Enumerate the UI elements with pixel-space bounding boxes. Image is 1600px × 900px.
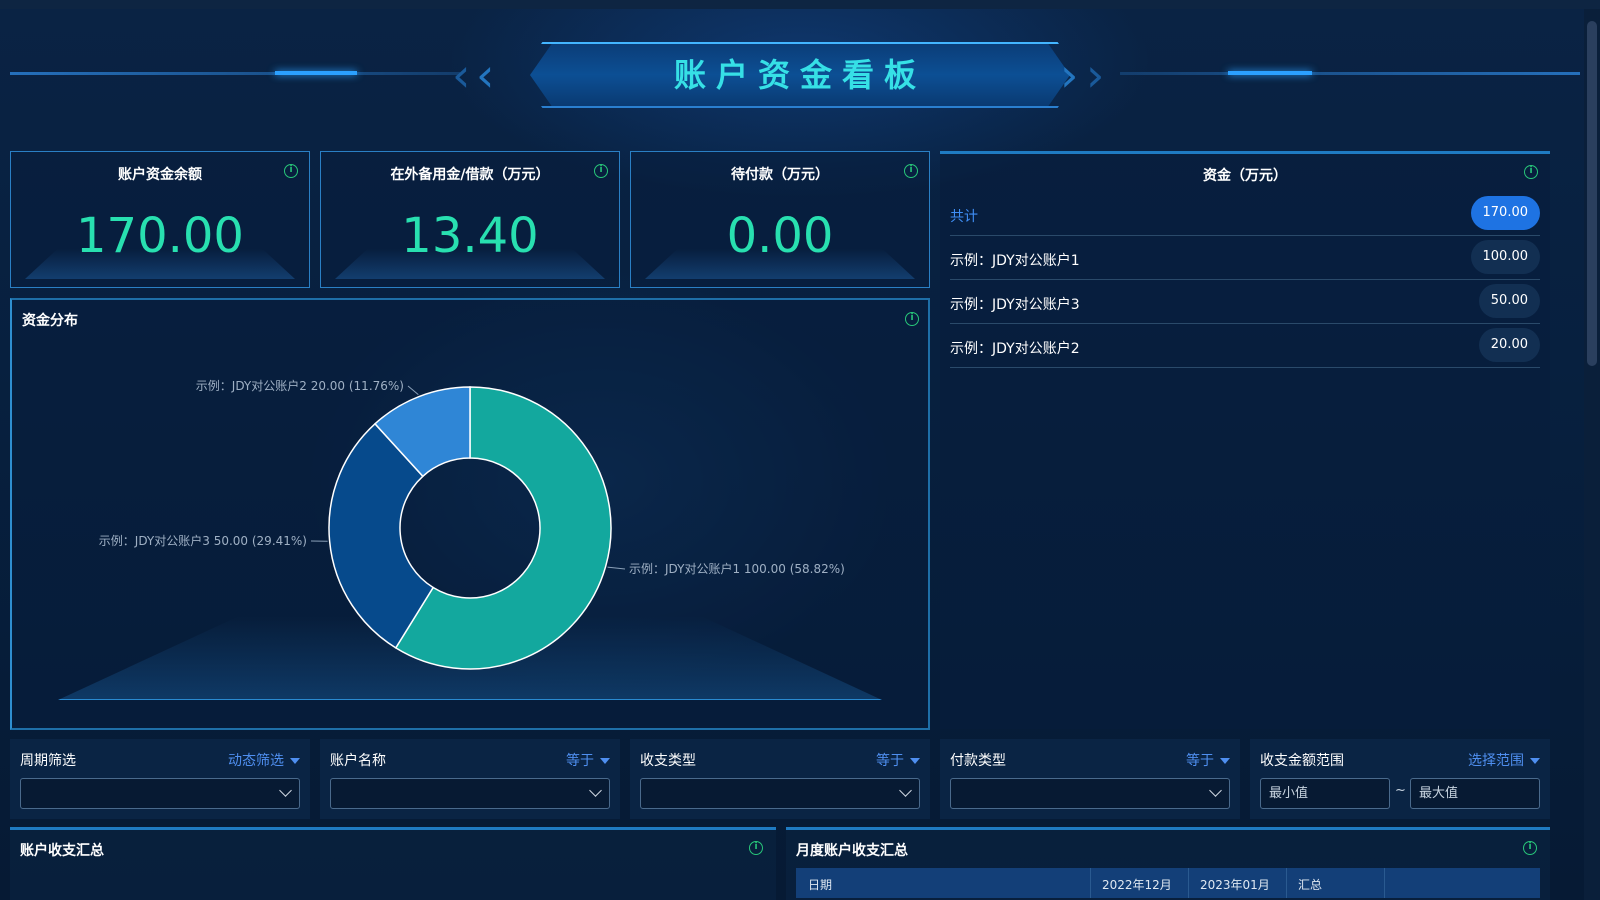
filter-income-type: 收支类型 等于 xyxy=(630,739,930,819)
caret-down-icon xyxy=(910,758,920,764)
filter-operator-label: 等于 xyxy=(876,753,904,769)
scrollbar-thumb[interactable] xyxy=(1587,21,1597,366)
donut-chart: 示例：JDY对公账户1 100.00 (58.82%) 示例：JDY对公账户3 5… xyxy=(99,378,845,670)
filter-operator-dropdown[interactable]: 选择范围 xyxy=(1468,750,1540,770)
kpi-value: 13.40 xyxy=(401,208,539,264)
filter-select[interactable] xyxy=(640,778,920,809)
table-header-cell[interactable]: 2023年01月 xyxy=(1200,876,1270,893)
kpi-title: 待付款（万元） xyxy=(731,167,829,183)
min-value-input[interactable]: 最小值 xyxy=(1260,778,1390,809)
fund-label: 共计 xyxy=(950,209,978,225)
fund-row: 示例：JDY对公账户3 50.00 xyxy=(950,280,1540,324)
monthly-summary-panel: 月度账户收支汇总 i 日期 2022年12月 2023年01月 汇总 xyxy=(786,827,1550,900)
scrollbar-track[interactable] xyxy=(1584,9,1600,900)
slice-label: 示例：JDY对公账户1 100.00 (58.82%) xyxy=(629,561,845,576)
info-icon[interactable]: i xyxy=(594,164,608,178)
slice-leader-line xyxy=(407,385,419,396)
filter-label: 收支类型 xyxy=(640,753,696,769)
filter-label: 账户名称 xyxy=(330,753,386,769)
kpi-title: 在外备用金/借款（万元） xyxy=(390,167,550,183)
filter-select[interactable] xyxy=(950,778,1230,809)
filter-account-name: 账户名称 等于 xyxy=(320,739,620,819)
page-title: 账户资金看板 xyxy=(673,56,926,94)
kpi-card-balance: 账户资金余额 i 170.00 xyxy=(10,151,310,288)
account-summary-title: 账户收支汇总 xyxy=(20,843,104,859)
fund-value-pill: 20.00 xyxy=(1478,328,1540,362)
filter-label: 周期筛选 xyxy=(20,753,76,769)
distribution-panel: 资金分布 i 示例：JDY对公账户1 100.00 (58.82%) 示例：JDY… xyxy=(10,298,930,730)
range-separator: ~ xyxy=(1395,783,1406,798)
info-icon[interactable]: i xyxy=(749,841,763,855)
column-divider xyxy=(1090,868,1091,898)
chevron-down-icon xyxy=(589,784,602,797)
header-line-right-glow xyxy=(1228,71,1312,75)
filter-operator-dropdown[interactable]: 动态筛选 xyxy=(228,750,300,770)
filter-period: 周期筛选 动态筛选 xyxy=(10,739,310,819)
info-icon[interactable]: i xyxy=(904,164,918,178)
table-header-cell[interactable]: 汇总 xyxy=(1298,876,1322,893)
header-chevron-left-outer: ‹ xyxy=(452,48,471,102)
info-icon[interactable]: i xyxy=(1523,841,1537,855)
fund-label: 示例：JDY对公账户2 xyxy=(950,341,1080,357)
kpi-value: 170.00 xyxy=(76,208,244,264)
table-header-cell[interactable]: 日期 xyxy=(808,876,832,893)
slice-leader-line xyxy=(607,566,626,570)
filter-operator-dropdown[interactable]: 等于 xyxy=(1186,750,1230,770)
chevron-down-icon xyxy=(1209,784,1222,797)
filter-operator-dropdown[interactable]: 等于 xyxy=(876,750,920,770)
column-divider xyxy=(1286,868,1287,898)
filter-operator-label: 选择范围 xyxy=(1468,753,1524,769)
filter-operator-label: 等于 xyxy=(566,753,594,769)
monthly-summary-title: 月度账户收支汇总 xyxy=(796,843,908,859)
table-header-row: 日期 2022年12月 2023年01月 汇总 xyxy=(796,868,1540,898)
header-line-left xyxy=(10,71,460,75)
caret-down-icon xyxy=(1530,758,1540,764)
info-icon[interactable]: i xyxy=(284,164,298,178)
slice-label: 示例：JDY对公账户2 20.00 (11.76%) xyxy=(196,378,404,393)
chevron-down-icon xyxy=(279,784,292,797)
filter-select[interactable] xyxy=(20,778,300,809)
header-chevron-left-middle: ‹ xyxy=(476,48,495,102)
funds-title: 资金（万元） xyxy=(1203,168,1287,184)
table-header-cell[interactable]: 2022年12月 xyxy=(1102,876,1172,893)
fund-row-total: 共计 170.00 xyxy=(950,192,1540,236)
chevron-down-icon xyxy=(899,784,912,797)
filter-operator-dropdown[interactable]: 等于 xyxy=(566,750,610,770)
fund-row: 示例：JDY对公账户1 100.00 xyxy=(950,236,1540,280)
kpi-card-petty-cash: 在外备用金/借款（万元） i 13.40 xyxy=(320,151,620,288)
filter-label: 收支金额范围 xyxy=(1260,753,1344,769)
fund-value-pill: 50.00 xyxy=(1478,284,1540,318)
browser-top-strip xyxy=(0,0,1600,9)
fund-value-pill: 170.00 xyxy=(1470,196,1540,230)
info-icon[interactable]: i xyxy=(1524,165,1538,179)
fund-label: 示例：JDY对公账户1 xyxy=(950,253,1080,269)
filter-select[interactable] xyxy=(330,778,610,809)
account-summary-panel: 账户收支汇总 i xyxy=(10,827,776,900)
header-chevron-right-outer: › xyxy=(1086,48,1105,102)
filter-operator-label: 等于 xyxy=(1186,753,1214,769)
funds-panel: 资金（万元） i 共计 170.00 示例：JDY对公账户1 100.00 示例… xyxy=(940,151,1550,729)
fund-row: 示例：JDY对公账户2 20.00 xyxy=(950,324,1540,368)
kpi-value: 0.00 xyxy=(726,208,834,264)
filter-amount-range: 收支金额范围 选择范围 最小值 ~ 最大值 xyxy=(1250,739,1550,819)
filter-payment-type: 付款类型 等于 xyxy=(940,739,1240,819)
filter-operator-label: 动态筛选 xyxy=(228,753,284,769)
slice-label: 示例：JDY对公账户3 50.00 (29.41%) xyxy=(99,533,307,548)
filter-label: 付款类型 xyxy=(950,753,1006,769)
caret-down-icon xyxy=(290,758,300,764)
fund-value-pill: 100.00 xyxy=(1470,240,1540,274)
caret-down-icon xyxy=(600,758,610,764)
kpi-card-payable: 待付款（万元） i 0.00 xyxy=(630,151,930,288)
column-divider xyxy=(1384,868,1385,898)
caret-down-icon xyxy=(1220,758,1230,764)
header-line-right xyxy=(1120,71,1580,75)
fund-label: 示例：JDY对公账户3 xyxy=(950,297,1080,313)
max-value-input[interactable]: 最大值 xyxy=(1410,778,1540,809)
kpi-title: 账户资金余额 xyxy=(118,167,202,183)
column-divider xyxy=(1188,868,1189,898)
header-line-left-glow xyxy=(275,71,357,75)
